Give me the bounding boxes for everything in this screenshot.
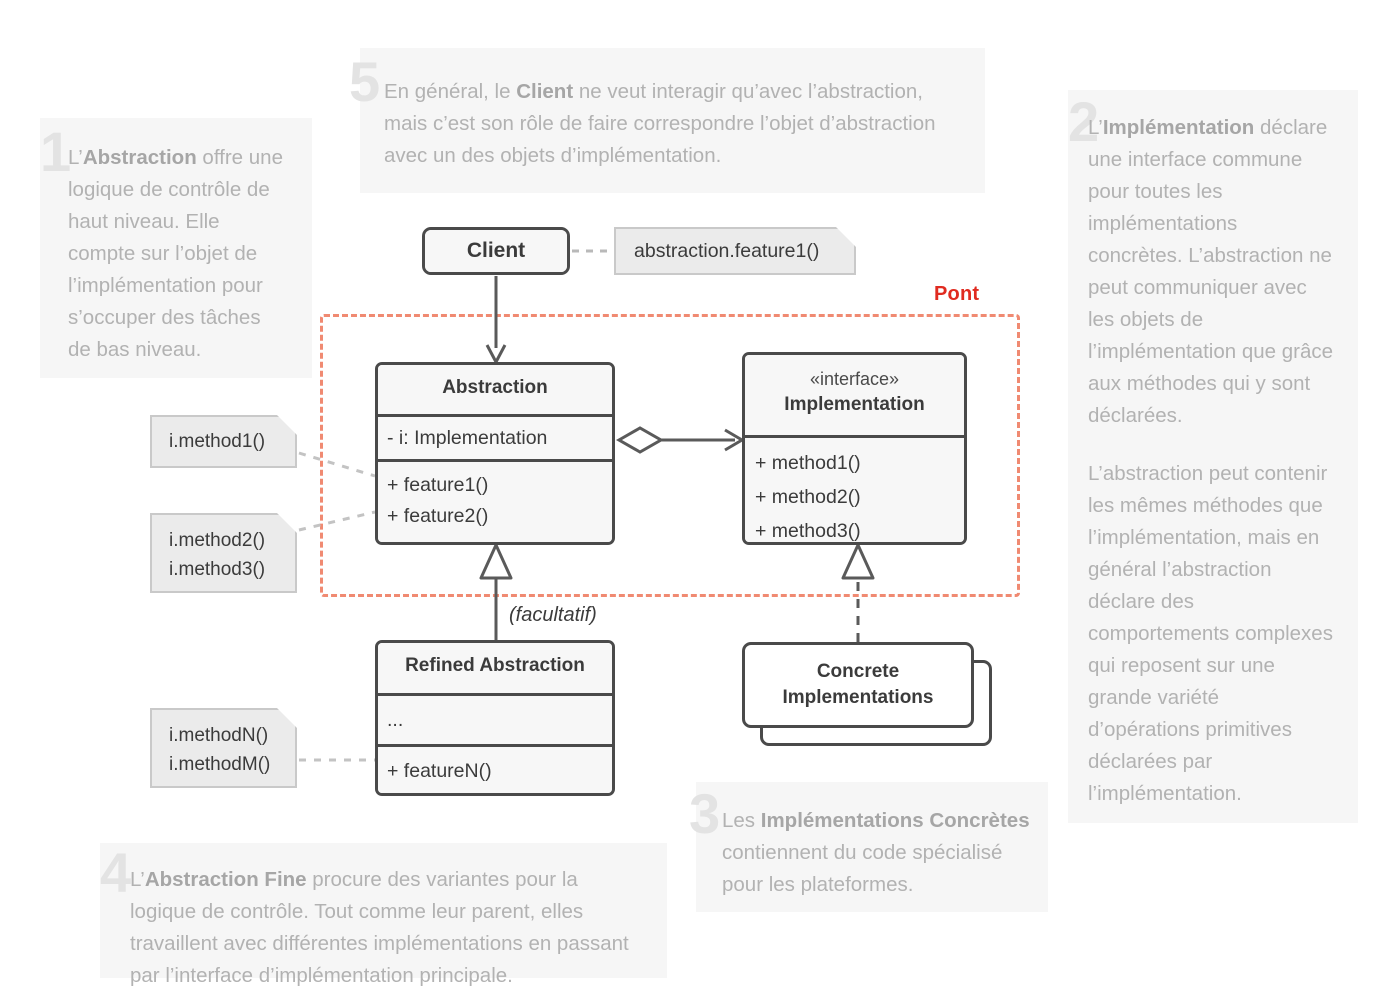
abstraction-title-row: Abstraction <box>378 365 612 414</box>
uml-class-client[interactable]: Client <box>422 227 570 275</box>
callout-5-lead: En général, le <box>384 80 517 103</box>
callout-1-text: L’Abstraction offre une logique de contr… <box>68 142 288 366</box>
implementation-title-row: «interface» Implementation <box>745 355 964 435</box>
client-title-row: Client <box>425 230 567 272</box>
callout-3: 3 Les Implémentations Concrètes contienn… <box>689 782 1048 912</box>
note-i-method1: i.method1() <box>150 415 297 468</box>
callout-3-rest: contiennent du code spécialisé pour les … <box>722 841 1003 896</box>
note-i-method23-text: i.method2() i.method3() <box>152 515 295 584</box>
abstraction-attribute-0: - i: Implementation <box>387 427 548 449</box>
callout-1-lead: L’ <box>68 146 83 169</box>
callout-5-text: En général, le Client ne veut interagir … <box>384 76 965 172</box>
diagram-canvas: 1 L’Abstraction offre une logique de con… <box>0 0 1381 987</box>
callout-5-number: 5 <box>349 50 380 113</box>
refined-attributes-row: ... <box>378 693 612 744</box>
callout-2-bold: Implémentation <box>1102 116 1255 139</box>
callout-2-lead: L’ <box>1088 116 1103 139</box>
concrete-title: Concrete Implementations <box>783 659 934 711</box>
note-fold-icon <box>277 513 297 533</box>
note-i-method2-line: i.method2() <box>169 530 266 551</box>
callout-2-rest: déclare une interface commune pour toute… <box>1088 116 1333 427</box>
uml-class-abstraction[interactable]: Abstraction - i: Implementation + featur… <box>375 362 615 545</box>
callout-2: 2 L’Implémentation déclare une interface… <box>1068 90 1358 823</box>
note-i-methodn-line: i.methodN() <box>169 725 269 746</box>
uml-class-concrete-implementations[interactable]: Concrete Implementations <box>742 642 992 746</box>
implementation-method-0: + method1() <box>755 452 861 474</box>
callout-4-number: 4 <box>100 841 131 904</box>
abstraction-method-1: + feature2() <box>387 505 489 527</box>
implementation-method-2: + method3() <box>755 520 861 542</box>
refined-title-row: Refined Abstraction <box>378 643 612 693</box>
refined-method-0: + featureN() <box>387 760 492 782</box>
callout-3-bold: Implémentations Concrètes <box>760 809 1030 832</box>
abstraction-title: Abstraction <box>442 377 548 398</box>
implementation-methods-row: + method1() + method2() + method3() <box>745 435 964 542</box>
callout-4-text: L’Abstraction Fine procure des variantes… <box>130 864 649 992</box>
note-abstraction-feature1-call: abstraction.feature1() <box>614 227 856 275</box>
callout-2-text: L’Implémentation déclare une interface c… <box>1088 112 1336 810</box>
callout-3-number: 3 <box>689 782 720 845</box>
callout-1-bold: Abstraction <box>82 146 197 169</box>
callout-2-paragraph-2: L’abstraction peut contenir les mêmes mé… <box>1088 462 1333 805</box>
note-fold-icon <box>277 708 297 728</box>
abstraction-attributes-row: - i: Implementation <box>378 414 612 459</box>
abstraction-methods-row: + feature1() + feature2() <box>378 459 612 542</box>
client-title: Client <box>466 239 526 262</box>
note-fold-icon <box>836 227 856 247</box>
implementation-method-1: + method2() <box>755 486 861 508</box>
note-i-methodn-methodm: i.methodN() i.methodM() <box>150 708 297 788</box>
concrete-stack-front-card: Concrete Implementations <box>742 642 974 728</box>
bridge-label: Pont <box>934 283 980 305</box>
refined-methods-row: + featureN() <box>378 744 612 793</box>
callout-5: 5 En général, le Client ne veut interagi… <box>349 48 985 193</box>
callout-5-bold: Client <box>516 80 574 103</box>
callout-4-bold: Abstraction Fine <box>144 868 307 891</box>
callout-3-lead: Les <box>722 809 761 832</box>
refined-attribute-0: ... <box>387 709 404 731</box>
callout-4: 4 L’Abstraction Fine procure des variant… <box>100 841 667 987</box>
note-i-method2-method3: i.method2() i.method3() <box>150 513 297 593</box>
note-i-methodnm-text: i.methodN() i.methodM() <box>152 710 295 779</box>
note-i-method3-line: i.method3() <box>169 559 266 580</box>
abstraction-method-0: + feature1() <box>387 474 489 496</box>
callout-3-text: Les Implémentations Concrètes contiennen… <box>722 805 1030 901</box>
callout-4-lead: L’ <box>130 868 145 891</box>
optional-label: (facultatif) <box>509 604 597 626</box>
note-abstraction-feature1-text: abstraction.feature1() <box>634 240 820 262</box>
callout-1-number: 1 <box>40 120 71 183</box>
uml-interface-implementation[interactable]: «interface» Implementation + method1() +… <box>742 352 967 545</box>
uml-class-refined-abstraction[interactable]: Refined Abstraction ... + featureN() <box>375 640 615 796</box>
note-i-methodm-line: i.methodM() <box>169 754 271 775</box>
concrete-title-line-1: Concrete <box>816 661 900 682</box>
implementation-title: Implementation <box>784 394 925 415</box>
note-i-method1-text: i.method1() <box>169 431 266 452</box>
callout-1: 1 L’Abstraction offre une logique de con… <box>40 118 312 378</box>
note-fold-icon <box>277 415 297 435</box>
refined-title: Refined Abstraction <box>405 655 585 676</box>
implementation-stereotype: «interface» <box>809 369 900 389</box>
callout-1-rest: offre une logique de contrôle de haut ni… <box>68 146 283 361</box>
concrete-title-line-2: Implementations <box>782 687 934 708</box>
